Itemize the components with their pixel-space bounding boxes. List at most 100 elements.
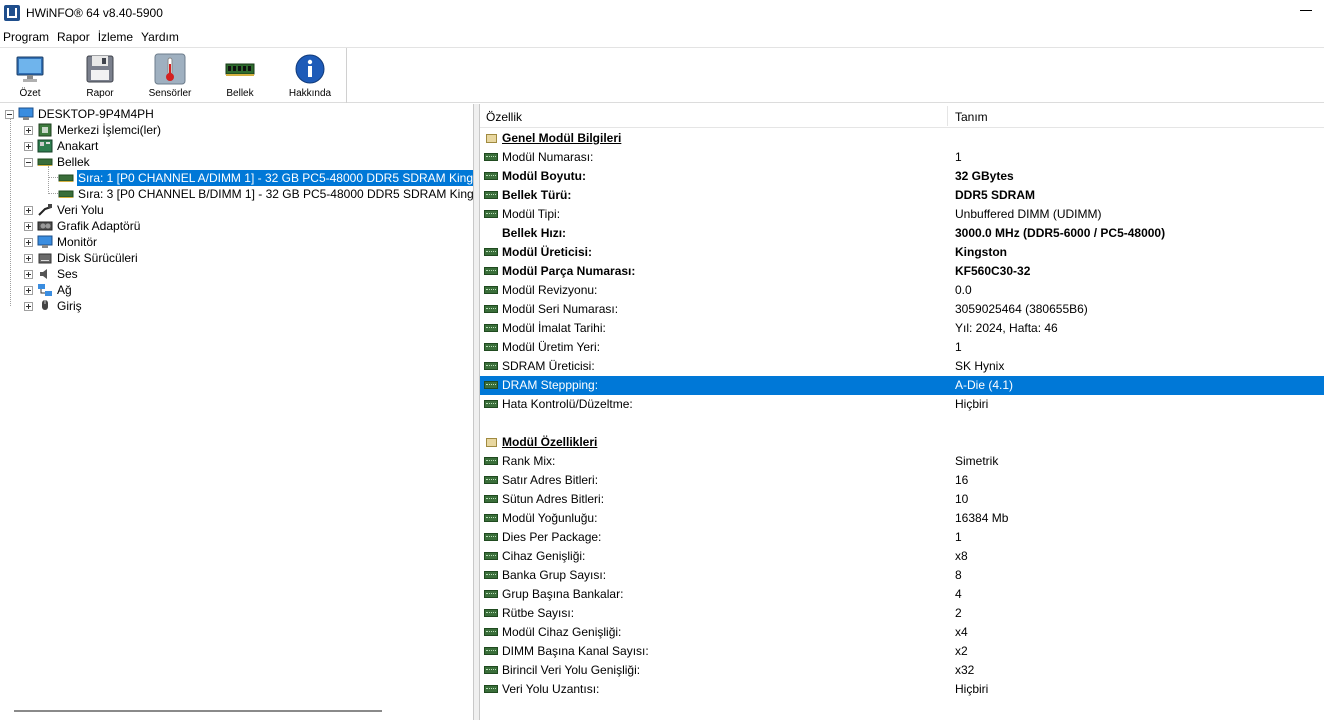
- detail-row[interactable]: Modül Boyutu: 32 GBytes: [480, 167, 1324, 186]
- memory-module-icon: [225, 63, 255, 76]
- expand-icon[interactable]: [24, 253, 33, 263]
- property-key: Modül İmalat Tarihi:: [502, 321, 606, 335]
- detail-row[interactable]: Banka Grup Sayısı: 8: [480, 566, 1324, 585]
- collapse-icon[interactable]: [24, 157, 33, 167]
- memory-module-icon: [58, 190, 74, 198]
- property-value: SK Hynix: [955, 359, 1005, 373]
- detail-row[interactable]: Rütbe Sayısı: 2: [480, 604, 1324, 623]
- detail-row[interactable]: Hata Kontrolü/Düzeltme: Hiçbiri: [480, 395, 1324, 414]
- tree-item-monitor[interactable]: Monitör: [24, 234, 98, 250]
- detail-row[interactable]: SDRAM Üreticisi: SK Hynix: [480, 357, 1324, 376]
- detail-row-selected[interactable]: DRAM Steppping: A-Die (4.1): [480, 376, 1324, 395]
- expand-icon[interactable]: [24, 125, 33, 135]
- menu-bar: Program Rapor İzleme Yardım: [0, 27, 1324, 47]
- section-row[interactable]: Genel Modül Bilgileri: [480, 129, 1324, 148]
- detail-row[interactable]: Bellek Türü: DDR5 SDRAM: [480, 186, 1324, 205]
- column-separator[interactable]: [947, 106, 948, 126]
- memory-module-icon: [484, 514, 498, 522]
- column-header-value[interactable]: Tanım: [955, 110, 988, 124]
- tree-item-network[interactable]: Ağ: [24, 282, 73, 298]
- expand-icon[interactable]: [24, 285, 33, 295]
- tree-item-label: Ses: [57, 267, 78, 281]
- menu-yardim[interactable]: Yardım: [138, 30, 182, 44]
- memory-module-icon: [484, 400, 498, 408]
- tree-item-bus[interactable]: Veri Yolu: [24, 202, 105, 218]
- property-key: Dies Per Package:: [502, 530, 602, 544]
- memory-module-icon: [484, 305, 498, 313]
- bus-icon: [38, 204, 52, 216]
- expand-icon[interactable]: [24, 221, 33, 231]
- detail-row[interactable]: Sütun Adres Bitleri: 10: [480, 490, 1324, 509]
- tree-item-label: Anakart: [57, 139, 99, 153]
- property-value: x4: [955, 625, 968, 639]
- detail-row[interactable]: Satır Adres Bitleri: 16: [480, 471, 1324, 490]
- property-key: Rank Mix:: [502, 454, 556, 468]
- detail-row[interactable]: Dies Per Package: 1: [480, 528, 1324, 547]
- property-value: Simetrik: [955, 454, 999, 468]
- detail-row[interactable]: Birincil Veri Yolu Genişliği: x32: [480, 661, 1324, 680]
- expand-icon[interactable]: [24, 301, 33, 311]
- memory-module-icon: [484, 362, 498, 370]
- tree-item-motherboard[interactable]: Anakart: [24, 138, 99, 154]
- summary-button[interactable]: Özet: [0, 50, 62, 102]
- report-button[interactable]: Rapor: [68, 50, 132, 102]
- detail-row[interactable]: Cihaz Genişliği: x8: [480, 547, 1324, 566]
- tree-item-audio[interactable]: Ses: [24, 266, 79, 282]
- collapse-icon[interactable]: [5, 109, 14, 119]
- detail-row[interactable]: Modül Tipi: Unbuffered DIMM (UDIMM): [480, 205, 1324, 224]
- minimize-button[interactable]: [1300, 10, 1312, 11]
- memory-button[interactable]: Bellek: [208, 50, 272, 102]
- detail-row[interactable]: Modül Cihaz Genişliği: x4: [480, 623, 1324, 642]
- detail-row[interactable]: Modül Seri Numarası: 3059025464 (380655B6…: [480, 300, 1324, 319]
- detail-row[interactable]: Veri Yolu Uzantısı: Hiçbiri: [480, 680, 1324, 699]
- menu-izleme[interactable]: İzleme: [95, 30, 136, 44]
- detail-row[interactable]: Modül Üreticisi: Kingston: [480, 243, 1324, 262]
- computer-icon: [18, 107, 34, 120]
- property-value: Unbuffered DIMM (UDIMM): [955, 207, 1102, 221]
- monitor-icon: [16, 56, 44, 82]
- tree-root[interactable]: DESKTOP-9P4M4PH: [5, 106, 155, 122]
- detail-row[interactable]: Modül Üretim Yeri: 1: [480, 338, 1324, 357]
- detail-row[interactable]: Grup Başına Bankalar: 4: [480, 585, 1324, 604]
- detail-row[interactable]: Modül İmalat Tarihi: Yıl: 2024, Hafta: 46: [480, 319, 1324, 338]
- tree-item-gpu[interactable]: Grafik Adaptörü: [24, 218, 141, 234]
- expand-icon[interactable]: [24, 141, 33, 151]
- column-header-property[interactable]: Özellik: [486, 110, 522, 124]
- tree-item-cpu[interactable]: Merkezi İşlemci(ler): [24, 122, 162, 138]
- tree-item-memory[interactable]: Bellek: [24, 154, 91, 170]
- memory-module-icon: [484, 286, 498, 294]
- detail-row[interactable]: DIMM Başına Kanal Sayısı: x2: [480, 642, 1324, 661]
- detail-row[interactable]: Rank Mix: Simetrik: [480, 452, 1324, 471]
- tree-connector: [48, 166, 49, 194]
- menu-rapor[interactable]: Rapor: [54, 30, 93, 44]
- detail-row[interactable]: Modül Parça Numarası: KF560C30-32: [480, 262, 1324, 281]
- section-row[interactable]: Modül Özellikleri: [480, 433, 1324, 452]
- tree-item-disk[interactable]: Disk Sürücüleri: [24, 250, 139, 266]
- property-value: 1: [955, 340, 962, 354]
- property-value: 0.0: [955, 283, 972, 297]
- tree-item-dimm-1[interactable]: Sıra: 1 [P0 CHANNEL A/DIMM 1] - 32 GB PC…: [58, 170, 473, 186]
- memory-module-icon: [484, 628, 498, 636]
- property-value: 10: [955, 492, 969, 506]
- about-button[interactable]: Hakkında: [278, 50, 342, 102]
- detail-row[interactable]: Modül Yoğunluğu: 16384 Mb: [480, 509, 1324, 528]
- tree-item-label: Merkezi İşlemci(ler): [57, 123, 162, 137]
- sensors-button[interactable]: Sensörler: [138, 50, 202, 102]
- expand-icon[interactable]: [24, 269, 33, 279]
- info-icon: [295, 54, 325, 84]
- property-value: 3000.0 MHz (DDR5-6000 / PC5-48000): [955, 226, 1166, 240]
- property-value: DDR5 SDRAM: [955, 188, 1036, 202]
- expand-icon[interactable]: [24, 237, 33, 247]
- memory-module-icon: [484, 609, 498, 617]
- tree-item-input[interactable]: Giriş: [24, 298, 83, 314]
- tree-item-dimm-3[interactable]: Sıra: 3 [P0 CHANNEL B/DIMM 1] - 32 GB PC…: [58, 186, 473, 202]
- device-tree[interactable]: DESKTOP-9P4M4PH Merkezi İşlemci(ler) Ana…: [0, 104, 474, 720]
- memory-module-icon: [484, 248, 498, 256]
- property-value: A-Die (4.1): [955, 378, 1014, 392]
- detail-row[interactable]: Modül Revizyonu: 0.0: [480, 281, 1324, 300]
- detail-row[interactable]: Modül Numarası: 1: [480, 148, 1324, 167]
- menu-program[interactable]: Program: [0, 30, 52, 44]
- horizontal-scrollbar[interactable]: [14, 710, 382, 712]
- detail-row[interactable]: Bellek Hızı: 3000.0 MHz (DDR5-6000 / PC5-…: [480, 224, 1324, 243]
- expand-icon[interactable]: [24, 205, 33, 215]
